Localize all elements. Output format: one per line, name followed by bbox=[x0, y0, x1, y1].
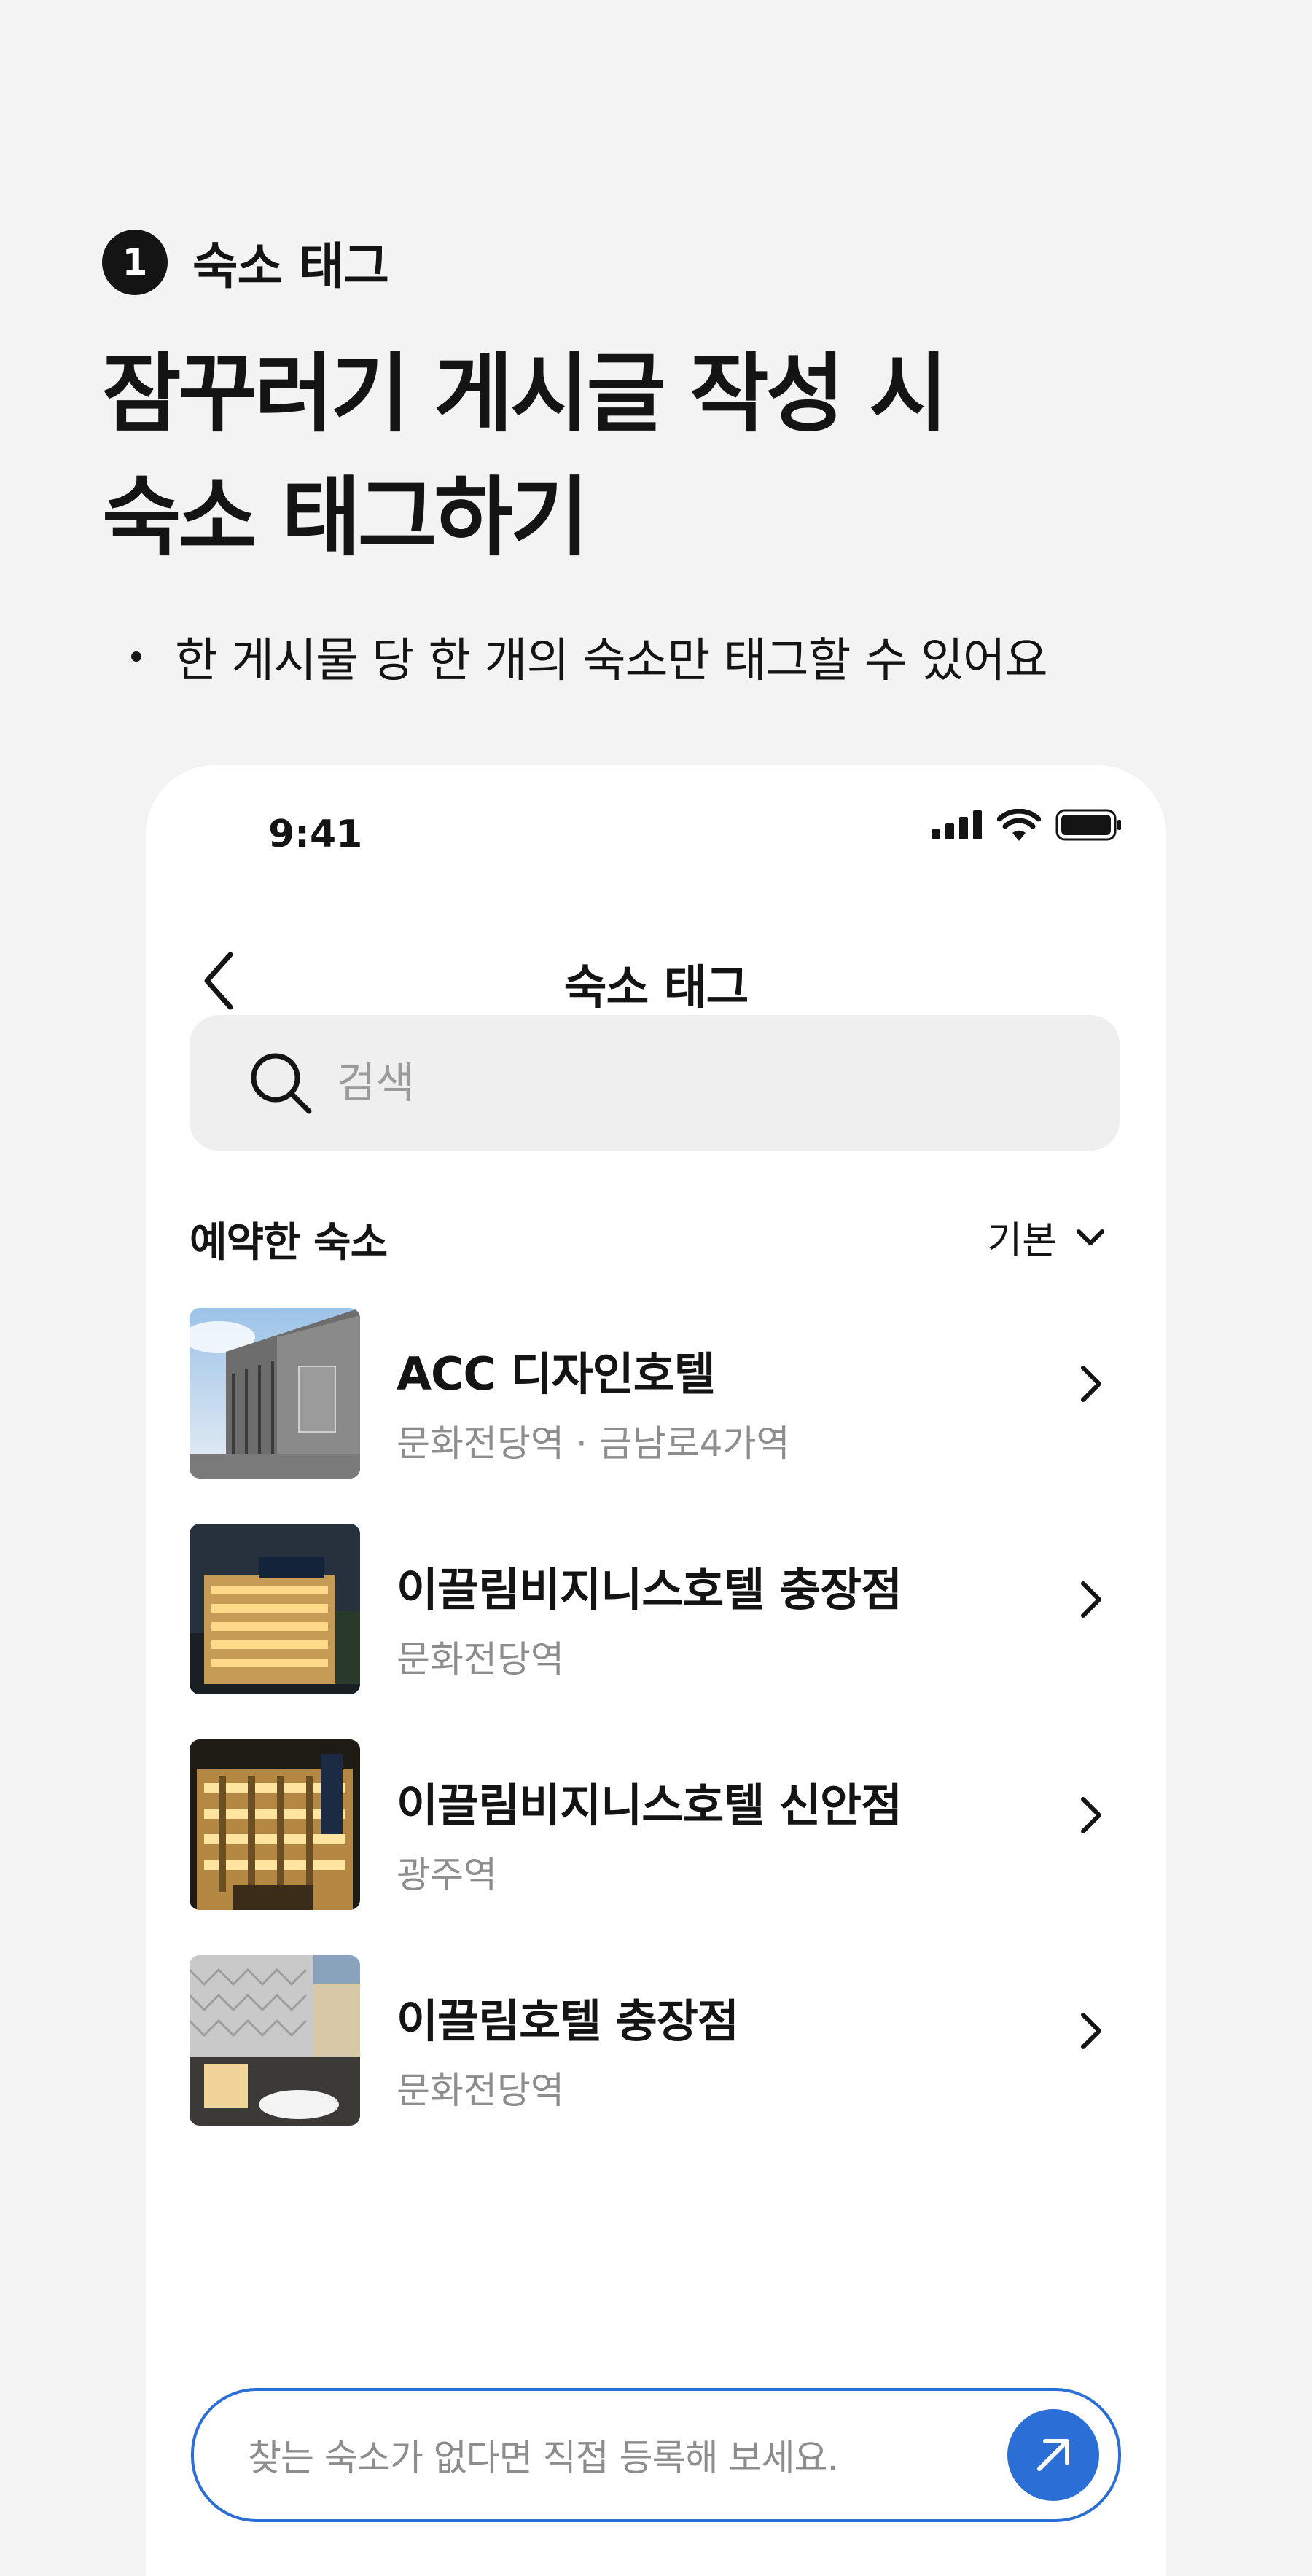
hotel-thumbnail bbox=[190, 1955, 360, 2126]
chevron-right-icon bbox=[1081, 1797, 1101, 1833]
hotel-name: 이끌림비지니스호텔 충장점 bbox=[397, 1563, 902, 1616]
hotel-location: 문화전당역 bbox=[397, 2070, 564, 2112]
hotel-list-item[interactable]: 이끌림호텔 충장점 문화전당역 bbox=[190, 1955, 1120, 2171]
register-hotel-placeholder: 찾는 숙소가 없다면 직접 등록해 보세요. bbox=[248, 2437, 838, 2479]
hotel-list-item[interactable]: 이끌림비지니스호텔 충장점 문화전당역 bbox=[190, 1524, 1120, 1739]
chevron-right-icon bbox=[1081, 2013, 1101, 2049]
section-header: 예약한 숙소 기본 bbox=[190, 1195, 1120, 1275]
hotel-thumbnail bbox=[190, 1739, 360, 1910]
status-bar: 9:41 bbox=[146, 765, 1166, 911]
hotel-name: 이끌림비지니스호텔 신안점 bbox=[397, 1779, 902, 1832]
search-icon bbox=[251, 1053, 312, 1114]
step-indicator: 1 숙소 태그 bbox=[102, 226, 389, 298]
page-title: 숙소 태그 bbox=[563, 961, 749, 1015]
status-time: 9:41 bbox=[268, 813, 363, 856]
search-input[interactable] bbox=[335, 1057, 994, 1108]
sort-dropdown[interactable]: 기본 bbox=[987, 1210, 1105, 1264]
headline-line-2: 숙소 태그하기 bbox=[102, 467, 589, 568]
bullet-note: 한 게시물 당 한 개의 숙소만 태그할 수 있어요 bbox=[131, 623, 1048, 690]
step-number-badge: 1 bbox=[102, 229, 168, 295]
bullet-dot bbox=[131, 651, 141, 662]
headline: 잠꾸러기 게시글 작성 시 숙소 태그하기 bbox=[102, 332, 1195, 579]
hotel-location: 문화전당역 bbox=[397, 1638, 564, 1680]
hotel-list-item[interactable]: 이끌림비지니스호텔 신안점 광주역 bbox=[190, 1739, 1120, 1955]
chevron-right-icon bbox=[1081, 1366, 1101, 1402]
hotel-thumbnail bbox=[190, 1524, 360, 1694]
hotel-name: ACC 디자인호텔 bbox=[397, 1347, 716, 1401]
section-title: 예약한 숙소 bbox=[190, 1219, 388, 1267]
chevron-down-icon bbox=[1077, 1229, 1104, 1245]
step-label: 숙소 태그 bbox=[192, 238, 389, 296]
bullet-text: 한 게시물 당 한 개의 숙소만 태그할 수 있어요 bbox=[175, 634, 1048, 688]
hotel-list-item[interactable]: ACC 디자인호텔 문화전당역 · 금남로4가역 bbox=[190, 1308, 1120, 1524]
hotel-list: ACC 디자인호텔 문화전당역 · 금남로4가역 이끌림비지니스호텔 충장점 문… bbox=[190, 1308, 1120, 2171]
search-bar[interactable] bbox=[190, 1015, 1120, 1151]
hotel-location: 광주역 bbox=[397, 1854, 497, 1896]
phone-screen: 9:41 숙소 태그 검색 예약한 숙소 기본 ACC 디자인호텔 문화전당역 … bbox=[146, 765, 1166, 2576]
hotel-thumbnail bbox=[190, 1308, 360, 1479]
headline-line-1: 잠꾸러기 게시글 작성 시 bbox=[102, 343, 948, 444]
arrow-up-right-icon bbox=[1037, 2439, 1069, 2471]
register-hotel-input[interactable]: 찾는 숙소가 없다면 직접 등록해 보세요. bbox=[191, 2388, 1121, 2522]
sort-label: 기본 bbox=[987, 1219, 1057, 1263]
chevron-right-icon bbox=[1081, 1581, 1101, 1618]
wifi-icon bbox=[997, 809, 1041, 841]
status-icons bbox=[932, 809, 1122, 841]
hotel-location: 문화전당역 · 금남로4가역 bbox=[397, 1422, 790, 1465]
battery-icon bbox=[1055, 809, 1121, 841]
signal-icon bbox=[932, 810, 982, 839]
hotel-name: 이끌림호텔 충장점 bbox=[397, 1994, 739, 2048]
register-hotel-button[interactable] bbox=[1007, 2409, 1099, 2501]
